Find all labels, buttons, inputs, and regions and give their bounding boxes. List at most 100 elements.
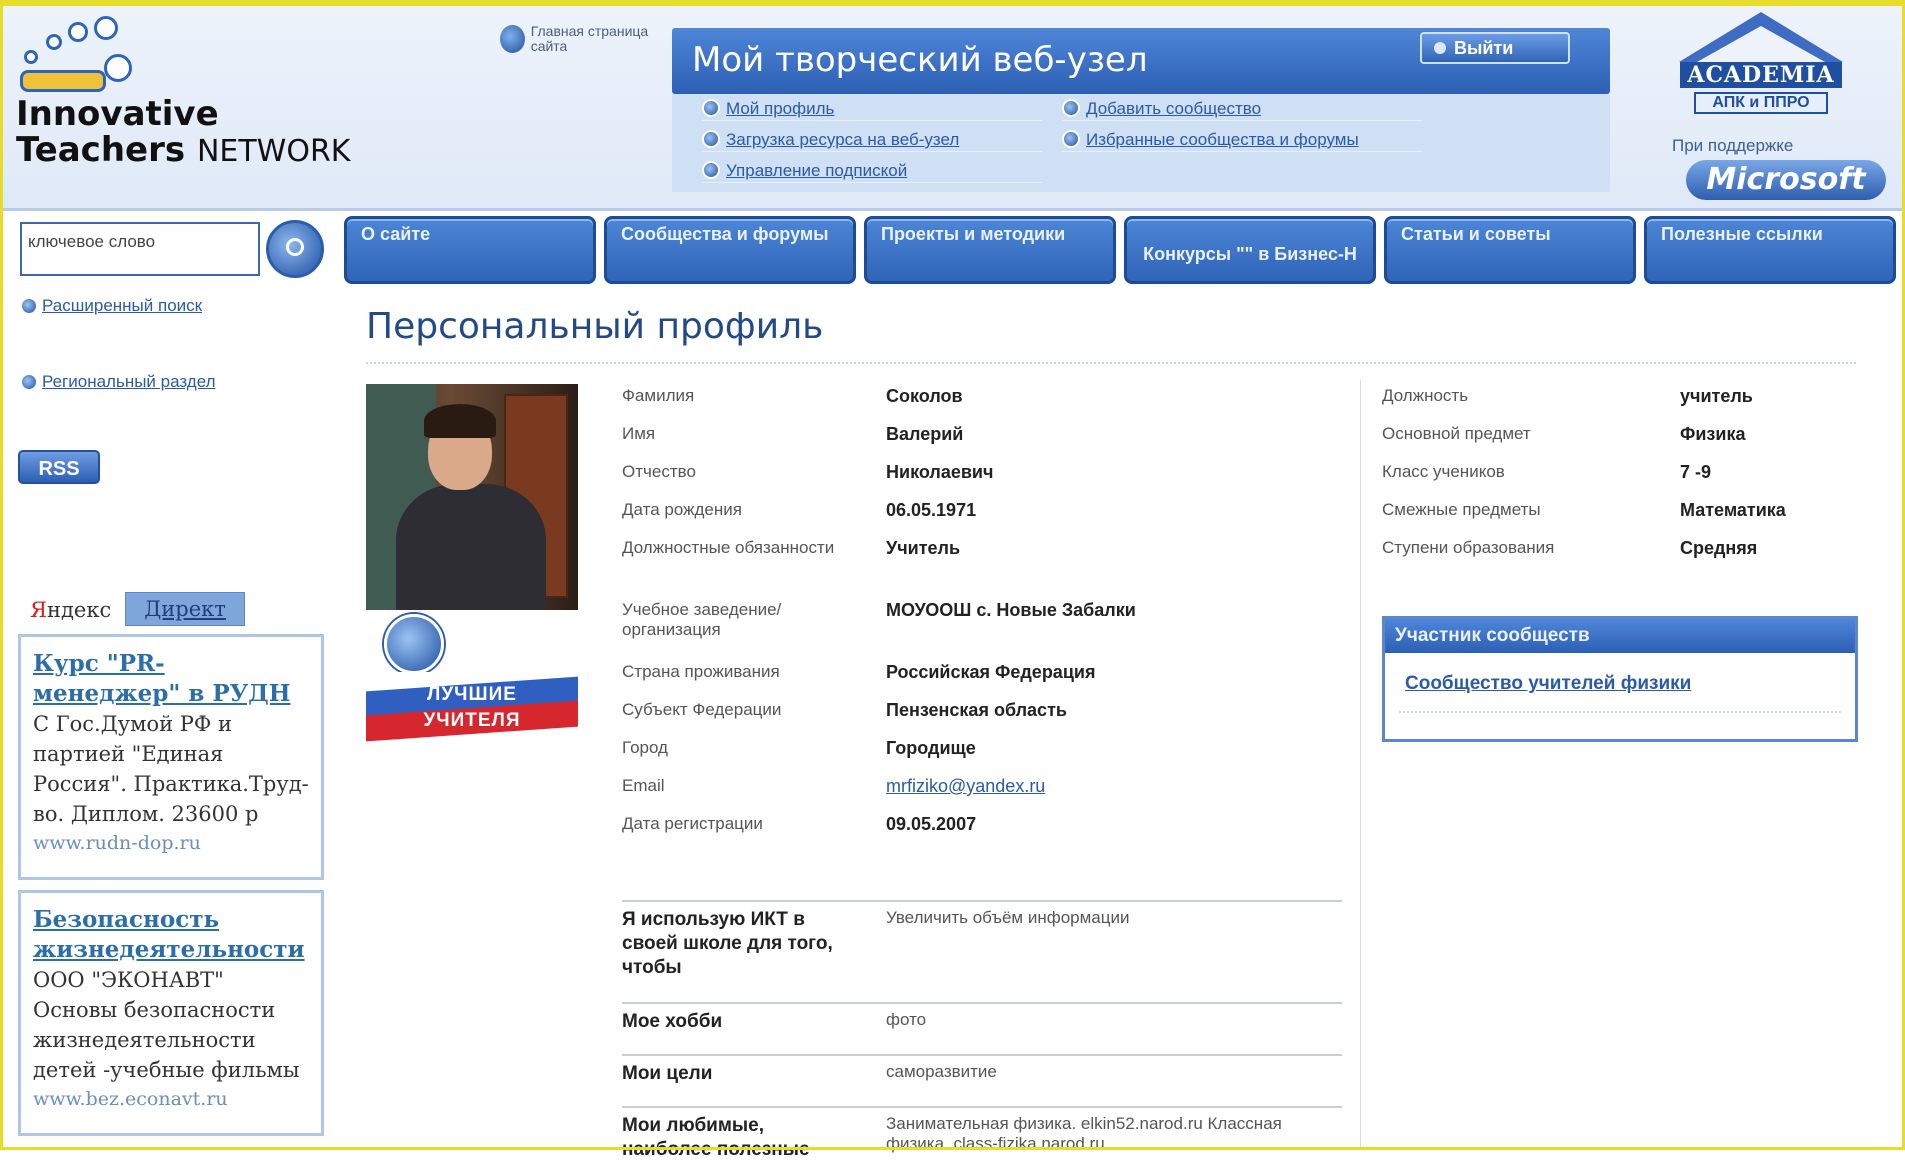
field-value: Николаевич — [886, 462, 994, 482]
nav-tab-links[interactable]: Полезные ссылки — [1644, 216, 1896, 284]
my-node-banner: Мой творческий веб-узел Выйти — [672, 28, 1610, 94]
main-nav: О сайте Сообщества и форумы Проекты и ме… — [344, 216, 1900, 286]
menu-item-add-community[interactable]: Добавить сообщество — [1062, 99, 1422, 121]
academia-name: ACADEMIA — [1680, 62, 1842, 88]
bullet-icon — [702, 99, 720, 117]
field-value: Физика — [1680, 424, 1746, 444]
home-link-label: Главная страница сайта — [530, 23, 649, 54]
site-logo-text[interactable]: Innovative Teachers NETWORK — [16, 96, 350, 170]
academia-roof-icon — [1679, 12, 1843, 62]
field-row: Основной предмет Физика — [1382, 420, 1862, 458]
extra-row: Я использую ИКТ в своей школе для того, … — [622, 900, 1342, 1002]
field-label: Субъект Федерации — [622, 700, 782, 719]
academia-logo[interactable]: ACADEMIA АПК и ППРО — [1676, 12, 1846, 114]
extra-label: Я использую ИКТ в своей школе для того, … — [622, 909, 833, 978]
field-label: Страна проживания — [622, 662, 780, 681]
field-label: Дата рождения — [622, 500, 742, 519]
search-input[interactable]: ключевое слово — [20, 222, 260, 276]
field-row: Фамилия Соколов — [622, 382, 1342, 420]
advanced-search-link[interactable]: Расширенный поиск — [20, 296, 202, 316]
email-link[interactable]: mrfiziko@yandex.ru — [886, 776, 1045, 797]
home-page-link[interactable]: Главная страница сайта — [500, 24, 670, 54]
site-header: Innovative Teachers NETWORK Главная стра… — [0, 0, 1905, 211]
field-value: 06.05.1971 — [886, 500, 977, 520]
exit-button[interactable]: Выйти — [1420, 32, 1570, 64]
menu-item-subscription[interactable]: Управление подпиской — [702, 161, 1042, 183]
field-label: Основной предмет — [1382, 424, 1531, 443]
search-button[interactable] — [266, 220, 324, 278]
ad-title[interactable]: Курс "PR-менеджер" в РУДН — [33, 649, 309, 709]
extra-value: Увеличить объём информации — [886, 908, 1130, 927]
menu-item-label: Избранные сообщества и форумы — [1086, 130, 1359, 149]
nav-tab-projects[interactable]: Проекты и методики — [864, 216, 1116, 284]
ad-block-1: Курс "PR-менеджер" в РУДН С Гос.Думой РФ… — [18, 634, 324, 880]
personal-menu: Мой профиль Загрузка ресурса на веб-узел… — [672, 94, 1610, 192]
extra-row: Мои любимые, наиболее полезные Заниматель… — [622, 1106, 1342, 1168]
field-value: Городище — [886, 738, 976, 758]
field-label: Отчество — [622, 462, 696, 481]
menu-item-my-profile[interactable]: Мой профиль — [702, 99, 1042, 121]
menu-item-favorite-communities[interactable]: Избранные сообщества и форумы — [1062, 130, 1422, 152]
field-value: 09.05.2007 — [886, 814, 977, 834]
field-row: Учебное заведение/организация МОУООШ с. Н… — [622, 596, 1342, 658]
nav-tab-about[interactable]: О сайте — [344, 216, 596, 284]
field-value: Пензенская область — [886, 700, 1067, 720]
profile-photo — [366, 384, 578, 610]
banner-title: Мой творческий веб-узел — [692, 40, 1148, 80]
extra-value: Занимательная физика. elkin52.narod.ru К… — [886, 1114, 1282, 1153]
field-row: Дата рождения 06.05.1971 — [622, 496, 1342, 534]
extra-row: Мои цели саморазвитие — [622, 1054, 1342, 1106]
support-text: При поддержке — [1672, 136, 1794, 155]
yandex-logo-rest: ндекс — [46, 598, 112, 622]
regional-section-label: Региональный раздел — [42, 372, 216, 391]
personal-menu-col-1: Мой профиль Загрузка ресурса на веб-узел… — [702, 99, 1042, 193]
field-label: Должностные обязанности — [622, 538, 835, 557]
home-globe-icon — [500, 25, 525, 53]
ad-block-2: Безопасность жизнедеятельности ООО "ЭКОН… — [18, 890, 324, 1136]
ad-url[interactable]: www.bez.econavt.ru — [33, 1085, 309, 1113]
profile-fields: Фамилия Соколов Имя Валерий Отчество Никола… — [622, 382, 1342, 848]
field-row: Имя Валерий — [622, 420, 1342, 458]
field-label: Класс учеников — [1382, 462, 1505, 481]
community-link[interactable]: Сообщество учителей физики — [1405, 673, 1855, 695]
field-row: Страна проживания Российская Федерация — [622, 658, 1342, 696]
best-teachers-badge[interactable]: ЛУЧШИЕ УЧИТЕЛЯ — [366, 672, 578, 742]
field-value: учитель — [1680, 386, 1753, 406]
itn-logo-icon[interactable] — [18, 14, 148, 94]
field-label: Должность — [1382, 386, 1469, 405]
yandex-logo-letter: Я — [30, 598, 47, 622]
nav-tab-contests[interactable]: Конкурсы "" в Бизнес-Н — [1124, 216, 1376, 284]
profile-job-fields: Должность учитель Основной предмет Физика … — [1382, 382, 1862, 572]
field-row: Класс учеников 7 -9 — [1382, 458, 1862, 496]
personal-menu-col-2: Добавить сообщество Избранные сообщества… — [1062, 99, 1422, 162]
microsoft-logo[interactable]: Microsoft — [1686, 160, 1886, 200]
menu-item-upload-resource[interactable]: Загрузка ресурса на веб-узел — [702, 130, 1042, 152]
extra-value: саморазвитие — [886, 1062, 997, 1081]
field-row: Смежные предметы Математика — [1382, 496, 1862, 534]
yandex-logo[interactable]: Яндекс — [22, 594, 125, 626]
direct-tab[interactable]: Директ — [125, 592, 245, 626]
nav-tab-communities[interactable]: Сообщества и форумы — [604, 216, 856, 284]
field-value: Учитель — [886, 538, 961, 558]
bullet-icon — [20, 372, 38, 391]
regional-section-link[interactable]: Региональный раздел — [20, 372, 216, 392]
advanced-search-label: Расширенный поиск — [42, 296, 203, 315]
field-row: Город Городище — [622, 734, 1342, 772]
best-teachers-icon — [384, 614, 444, 674]
community-divider — [1399, 711, 1841, 713]
field-label: Ступени образования — [1382, 538, 1555, 557]
logo-line-innovative: Innovative — [16, 94, 219, 134]
field-label: Имя — [622, 424, 656, 443]
bullet-icon — [702, 161, 720, 179]
ad-url[interactable]: www.rudn-dop.ru — [33, 829, 309, 857]
ad-title[interactable]: Безопасность жизнедеятельности — [33, 905, 309, 965]
extra-label: Мои цели — [622, 1063, 713, 1084]
extra-row: Мое хобби фото — [622, 1002, 1342, 1054]
nav-tab-articles[interactable]: Статьи и советы — [1384, 216, 1636, 284]
title-divider — [366, 362, 1856, 364]
menu-item-label: Управление подпиской — [726, 161, 908, 180]
field-row: Email mrfiziko@yandex.ru — [622, 772, 1342, 810]
best-teachers-line2: УЧИТЕЛЯ — [423, 710, 521, 731]
logo-line-network: NETWORK — [196, 134, 351, 169]
rss-button[interactable]: RSS — [18, 450, 100, 484]
